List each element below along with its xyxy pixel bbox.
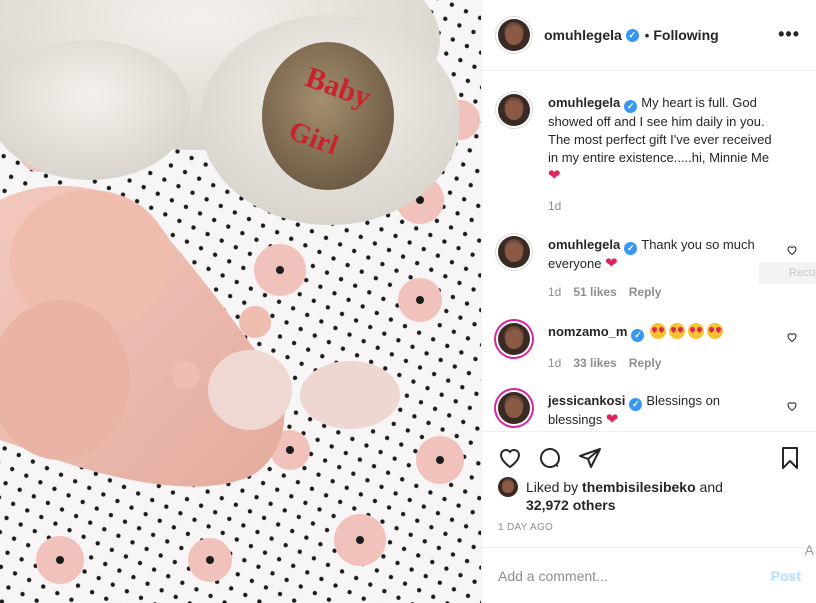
comments-list[interactable]: omuhlegela ✓ My heart is full. God showed … [482, 72, 816, 432]
caption-time[interactable]: 1d [548, 197, 561, 215]
comment-avatar[interactable] [498, 323, 530, 355]
star-struck-emoji-icon [669, 323, 686, 339]
comment-username[interactable]: nomzamo_m [548, 324, 627, 339]
add-comment-bar: Post [482, 547, 816, 603]
liked-by-others[interactable]: 32,972 others [526, 497, 616, 513]
comment-username[interactable]: jessicankosi [548, 393, 625, 408]
comment-likes[interactable]: 51 likes [573, 283, 616, 301]
liker-avatar[interactable] [498, 477, 518, 497]
save-bookmark-icon[interactable] [778, 446, 802, 470]
verified-badge-icon: ✓ [624, 100, 638, 113]
comment-avatar[interactable] [498, 236, 530, 268]
red-heart-emoji-icon: ❤ [548, 167, 561, 184]
liked-by-and: and [699, 479, 723, 495]
caption-username[interactable]: omuhlegela [548, 95, 620, 110]
verified-badge-icon: ✓ [629, 398, 643, 411]
author-username[interactable]: omuhlegela [544, 27, 622, 43]
share-paper-plane-icon[interactable] [578, 446, 602, 470]
comment-avatar[interactable] [498, 392, 530, 424]
post-header: omuhlegela ✓ • Following ••• [482, 0, 816, 71]
corner-glyph: A [804, 542, 814, 558]
like-comment-heart-icon[interactable] [786, 244, 798, 256]
caption-avatar[interactable] [498, 94, 530, 126]
header-separator: • [644, 27, 650, 43]
red-heart-emoji-icon: ❤ [605, 255, 618, 272]
star-struck-emoji-icon [688, 323, 705, 339]
comment-likes[interactable]: 33 likes [573, 354, 616, 372]
comment-item: nomzamo_m ✓ 1d 33 likes Reply [498, 323, 798, 372]
reply-button[interactable]: Reply [629, 354, 662, 372]
red-heart-emoji-icon: ❤ [605, 411, 619, 428]
comment-item: omuhlegela ✓ Thank you so much everyone ❤ … [498, 236, 798, 301]
verified-badge-icon: ✓ [625, 28, 639, 42]
comment-username[interactable]: omuhlegela [548, 237, 620, 252]
post-details-panel: omuhlegela ✓ • Following ••• omuhlegela ✓… [481, 0, 816, 603]
post-timestamp[interactable]: 1 DAY AGO [498, 522, 553, 533]
following-button[interactable]: Following [653, 27, 718, 43]
more-options-icon[interactable]: ••• [778, 24, 800, 45]
comment-time[interactable]: 1d [548, 283, 561, 301]
comment-bubble-icon[interactable] [538, 446, 562, 470]
overlay-fragment: Recta [759, 262, 816, 284]
like-comment-heart-icon[interactable] [786, 331, 798, 343]
verified-badge-icon: ✓ [624, 242, 638, 255]
add-comment-input[interactable] [498, 567, 771, 584]
comment-time[interactable]: 1d [548, 354, 561, 372]
post-comment-button[interactable]: Post [771, 568, 801, 584]
likes-summary: Liked by thembisilesibeko and 32,972 oth… [498, 477, 723, 514]
post-actions [498, 440, 803, 474]
author-avatar[interactable] [498, 19, 530, 51]
like-heart-icon[interactable] [498, 446, 522, 470]
star-struck-emoji-icon [650, 323, 667, 339]
liked-by-prefix: Liked by [526, 479, 579, 495]
like-comment-heart-icon[interactable] [786, 400, 798, 412]
reply-button[interactable]: Reply [629, 283, 662, 301]
caption: omuhlegela ✓ My heart is full. God showed … [498, 94, 798, 215]
post-photo[interactable]: Baby Girl [0, 0, 481, 603]
comment-item: jessicankosi ✓ Blessings on blessings ❤ [498, 392, 798, 429]
star-struck-emoji-icon [707, 323, 724, 339]
liked-by-user[interactable]: thembisilesibeko [582, 479, 696, 495]
baby-photo-illustration: Baby Girl [0, 0, 481, 603]
verified-badge-icon: ✓ [631, 329, 645, 342]
